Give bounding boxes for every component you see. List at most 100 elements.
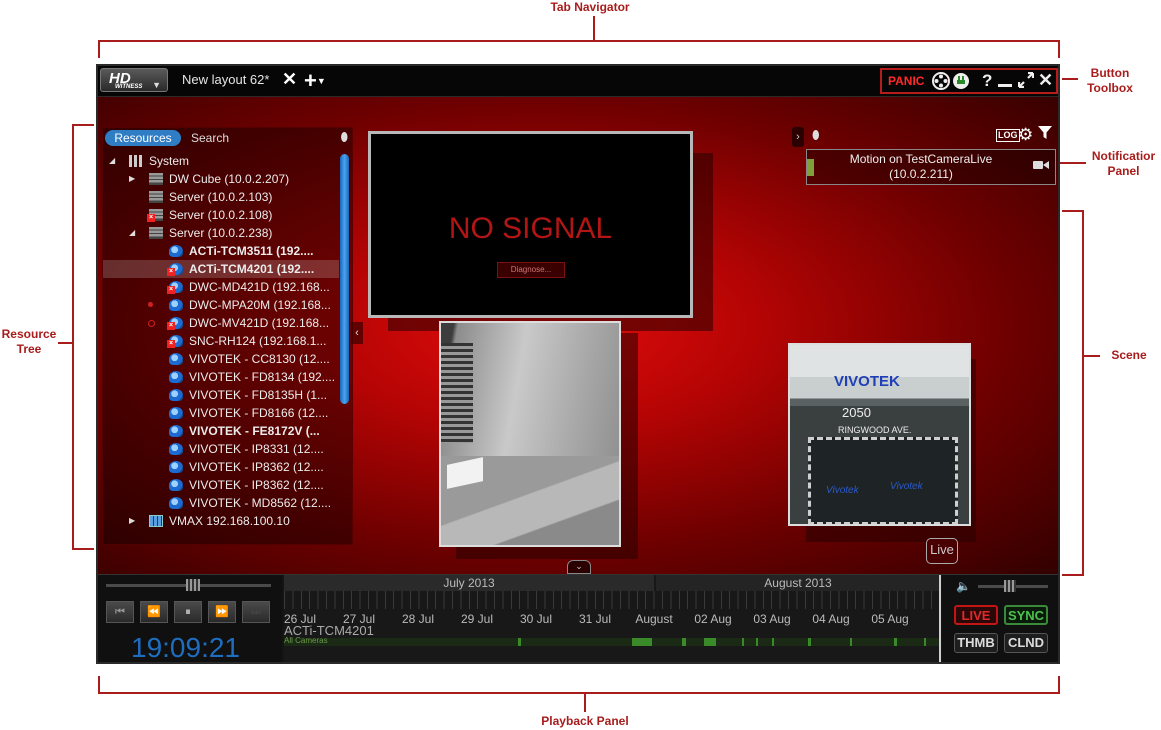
video-camera-icon[interactable] (1033, 159, 1049, 174)
resource-tree-item-label: VMAX 192.168.100.10 (169, 514, 290, 528)
notification-text: Motion on TestCameraLive (10.0.2.211) (821, 152, 1021, 182)
resource-tree-item[interactable]: ▶ DW Cube (10.0.2.207) (103, 170, 339, 188)
pin-icon[interactable]: ⬮ (340, 130, 348, 145)
server-icon (149, 191, 163, 203)
rewind-button[interactable]: ⏪ (140, 601, 168, 623)
camera-icon (169, 299, 183, 311)
recording-indicator-icon (148, 320, 155, 327)
filter-icon[interactable] (1038, 126, 1052, 145)
camera-icon (169, 479, 183, 491)
hd-witness-window: HD WITNESS ▼ New layout 62* ✕ +▼ PANIC ?… (96, 64, 1060, 664)
resource-tree-item-label: SNC-RH124 (192.168.1... (189, 334, 327, 348)
timeline-day-label: 05 Aug (871, 612, 909, 626)
resource-tree-item[interactable]: ◢ Server (10.0.2.238) (103, 224, 339, 242)
volume-slider-handle[interactable] (1004, 580, 1016, 592)
chevron-down-icon[interactable]: ⌄ (567, 560, 591, 574)
log-button[interactable]: LOG (996, 129, 1020, 142)
resource-tree-item-label: VIVOTEK - CC8130 (12.... (189, 352, 330, 366)
plug-icon[interactable] (952, 72, 970, 95)
resource-tree-item[interactable]: ▶ VMAX 192.168.100.10 (103, 512, 339, 530)
close-icon[interactable]: ✕ (1038, 70, 1053, 91)
resource-tree-item-label: VIVOTEK - FD8134 (192.... (189, 370, 336, 384)
pin-icon[interactable]: ⬮ (812, 128, 820, 143)
collapse-arrow-icon[interactable]: ◢ (109, 152, 115, 170)
main-menu-button[interactable]: HD WITNESS ▼ (100, 68, 168, 92)
resource-tree-item-label: System (149, 154, 190, 168)
camera-icon (169, 353, 183, 365)
recording-segment (704, 638, 716, 646)
door-sign-left: Vivotek (826, 485, 859, 496)
recording-segment (808, 638, 811, 646)
camera-tile-indoor[interactable] (439, 321, 621, 547)
camera-tile-vivotek-entrance[interactable]: VIVOTEK 2050 RINGWOOD AVE. Vivotek Vivot… (788, 343, 971, 526)
tab-close-icon[interactable]: ✕ (282, 69, 297, 90)
resource-tree-item[interactable]: × ACTi-TCM4201 (192.... (103, 260, 339, 278)
expand-arrow-icon[interactable]: ▶ (129, 512, 135, 530)
camera-icon: × (167, 263, 183, 276)
resource-tree-item[interactable]: VIVOTEK - FE8172V (... (103, 422, 339, 440)
add-tab-button[interactable]: +▼ (304, 67, 326, 94)
calendar-button[interactable]: CLND (1004, 633, 1048, 653)
resource-tree-item[interactable]: ◢ System (103, 152, 339, 170)
resource-tree-item[interactable]: × DWC-MD421D (192.168... (103, 278, 339, 296)
resource-tree-item[interactable]: × Server (10.0.2.108) (103, 206, 339, 224)
resource-tree-item[interactable]: VIVOTEK - MD8562 (12.... (103, 494, 339, 512)
tab-resources[interactable]: Resources (105, 130, 181, 146)
camera-tile-no-signal[interactable]: NO SIGNAL Diagnose... (368, 131, 693, 318)
resource-tree-item-label: VIVOTEK - IP8362 (12.... (189, 478, 324, 492)
resource-tree-item[interactable]: VIVOTEK - FD8134 (192.... (103, 368, 339, 386)
tab-search[interactable]: Search (191, 130, 229, 146)
thumbnails-button[interactable]: THMB (954, 633, 998, 653)
live-indicator[interactable]: Live (926, 538, 958, 564)
resource-tree-item[interactable]: × DWC-MV421D (192.168... (103, 314, 339, 332)
fullscreen-icon[interactable] (1017, 71, 1035, 93)
resource-tree: Resources Search ⬮ ◢ System ▶ DW Cube (10.0… (102, 127, 353, 545)
tab-navigator-bracket-tick (593, 16, 595, 40)
resource-tree-item-label: VIVOTEK - FD8166 (12.... (189, 406, 329, 420)
skip-to-start-button[interactable]: ⏮ (106, 601, 134, 623)
resource-tree-scrollbar[interactable] (340, 154, 349, 404)
timeline[interactable]: July 2013 August 2013 26 Jul 27 Jul 28 Jul… (284, 575, 941, 662)
resource-tree-item-label: Server (10.0.2.108) (169, 208, 273, 222)
skip-to-end-button[interactable]: ⏭ (242, 601, 270, 623)
live-button[interactable]: LIVE (954, 605, 998, 625)
scene[interactable]: Resources Search ⬮ ◢ System ▶ DW Cube (10.0… (98, 97, 1058, 574)
resource-tree-item[interactable]: Server (10.0.2.103) (103, 188, 339, 206)
tab-layout[interactable]: New layout 62* (182, 72, 269, 87)
timeline-day-label: 03 Aug (753, 612, 791, 626)
help-icon[interactable]: ? (982, 71, 992, 91)
camera-icon (169, 407, 183, 419)
collapse-arrow-icon[interactable]: ◢ (129, 224, 135, 242)
minimize-icon[interactable] (998, 84, 1012, 87)
resource-tree-item[interactable]: VIVOTEK - CC8130 (12.... (103, 350, 339, 368)
error-badge-icon: × (147, 214, 155, 222)
resource-tree-item[interactable]: VIVOTEK - FD8135H (1... (103, 386, 339, 404)
resource-tree-item[interactable]: VIVOTEK - IP8331 (12.... (103, 440, 339, 458)
resource-tree-item-label: ACTi-TCM4201 (192.... (189, 262, 315, 276)
resource-tree-item[interactable]: VIVOTEK - FD8166 (12.... (103, 404, 339, 422)
expand-arrow-icon[interactable]: ▶ (129, 170, 135, 188)
panic-button[interactable]: PANIC (888, 74, 924, 88)
resource-tree-item[interactable]: VIVOTEK - IP8362 (12.... (103, 458, 339, 476)
recording-segment (742, 638, 744, 646)
speed-slider-handle[interactable] (186, 579, 200, 591)
collapse-notifications-button[interactable]: › (792, 127, 804, 147)
resource-tree-item[interactable]: ACTi-TCM3511 (192.... (103, 242, 339, 260)
diagnose-button[interactable]: Diagnose... (497, 262, 565, 278)
fast-forward-button[interactable]: ⏩ (208, 601, 236, 623)
speaker-icon[interactable]: 🔈 (956, 579, 971, 593)
pause-button[interactable]: ⏸ (174, 601, 202, 623)
resource-tree-item[interactable]: DWC-MPA20M (192.168... (103, 296, 339, 314)
film-reel-icon[interactable] (932, 72, 950, 95)
tab-navigator-annotation: Tab Navigator (550, 0, 630, 14)
resource-tree-item[interactable]: × SNC-RH124 (192.168.1... (103, 332, 339, 350)
timeline-day-label: 30 Jul (519, 612, 553, 626)
collapse-tree-button[interactable]: ‹ (351, 322, 363, 344)
resource-tree-item[interactable]: VIVOTEK - IP8362 (12.... (103, 476, 339, 494)
notification-item[interactable]: Motion on TestCameraLive (10.0.2.211) (806, 149, 1056, 185)
sync-button[interactable]: SYNC (1004, 605, 1048, 625)
playback-panel-bracket (98, 676, 1060, 694)
playback-panel: ⏮ ⏪ ⏸ ⏩ ⏭ 19:09:21 July 2013 August 2013… (98, 574, 1058, 662)
gear-icon[interactable]: ⚙ (1018, 125, 1033, 145)
timeline-cursor[interactable] (939, 575, 941, 662)
